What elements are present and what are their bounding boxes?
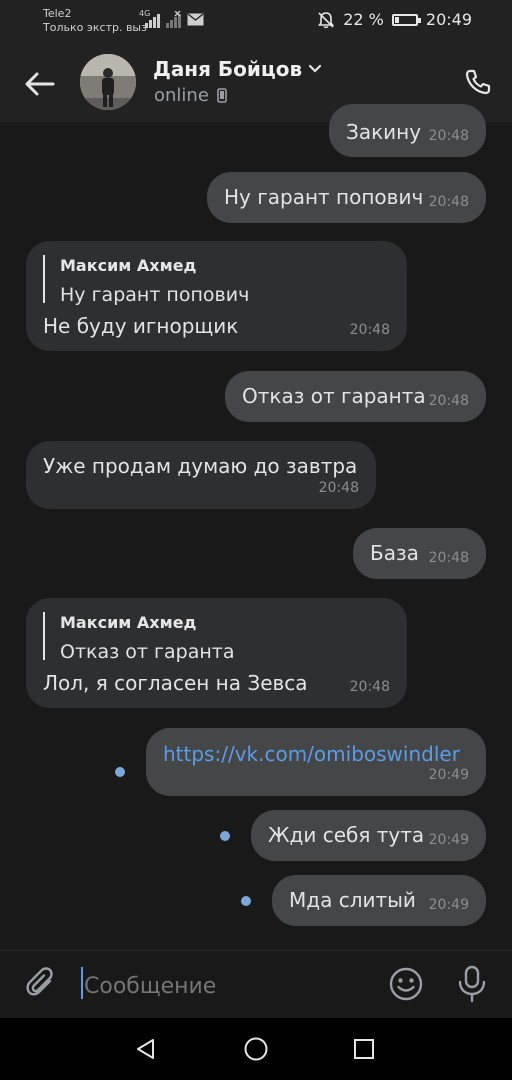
status-bar: Tele2 Только экстр. выз 4G 22 % 20:49 — [0, 0, 512, 44]
reply-text: Отказ от гаранта — [60, 641, 235, 663]
mobile-icon — [217, 88, 227, 103]
battery-icon — [391, 13, 421, 26]
message-bubble-outgoing[interactable]: Жди себя тута 20:49 — [251, 810, 486, 861]
message-time: 20:48 — [428, 194, 469, 210]
message-text: Жди себя тута — [268, 823, 425, 847]
carrier-name: Tele2 — [43, 7, 72, 20]
message-time: 20:48 — [349, 679, 390, 695]
message-time: 20:49 — [428, 832, 469, 848]
battery-percent: 22 % — [343, 10, 384, 29]
message-text: Лол, я согласен на Зевса — [43, 671, 308, 695]
reply-quote[interactable]: Максим Ахмед Ну гарант попович — [43, 255, 249, 306]
message-time: 20:48 — [428, 550, 469, 566]
nav-home-icon[interactable] — [243, 1036, 269, 1062]
contact-status: online — [154, 85, 227, 106]
unread-indicator — [241, 896, 251, 906]
message-bubble-incoming[interactable]: Максим Ахмед Ну гарант попович Не буду и… — [26, 241, 407, 351]
system-nav-bar — [0, 1018, 512, 1080]
message-time: 20:49 — [428, 897, 469, 913]
message-text: База — [370, 541, 419, 565]
message-time: 20:48 — [349, 322, 390, 338]
message-text: Уже продам думаю до завтра — [43, 454, 358, 478]
unread-indicator — [220, 831, 230, 841]
message-bubble-outgoing[interactable]: Мда слитый 20:49 — [272, 875, 486, 926]
message-text: Ну гарант попович — [224, 185, 424, 209]
message-time: 20:48 — [428, 393, 469, 409]
status-text: online — [154, 85, 209, 106]
contact-name[interactable]: Даня Бойцов — [153, 57, 322, 81]
phone-icon[interactable] — [464, 68, 492, 96]
avatar[interactable] — [80, 54, 136, 110]
message-bubble-outgoing[interactable]: https://vk.com/omiboswindler 20:49 — [146, 728, 486, 796]
carrier-note: Только экстр. выз — [43, 21, 147, 34]
message-text: Не буду игнорщик — [43, 314, 239, 338]
message-bubble-outgoing[interactable]: База 20:48 — [353, 528, 486, 579]
back-arrow-icon[interactable] — [22, 66, 58, 102]
reply-quote[interactable]: Максим Ахмед Отказ от гаранта — [43, 612, 234, 663]
status-right: 22 % 20:49 — [317, 10, 472, 29]
message-bubble-outgoing[interactable]: Закину 20:48 — [329, 104, 486, 157]
message-bubble-outgoing[interactable]: Отказ от гаранта 20:48 — [225, 371, 486, 422]
message-bubble-incoming[interactable]: Максим Ахмед Отказ от гаранта Лол, я сог… — [26, 598, 407, 708]
message-time: 20:48 — [318, 480, 359, 496]
nav-back-icon[interactable] — [134, 1037, 158, 1061]
avatar-image — [80, 54, 136, 110]
microphone-icon[interactable] — [455, 965, 489, 1003]
reply-text: Ну гарант попович — [60, 284, 250, 306]
nav-recents-icon[interactable] — [353, 1038, 375, 1060]
contact-name-text: Даня Бойцов — [153, 57, 303, 81]
signal-icon — [145, 14, 160, 28]
emoji-icon[interactable] — [388, 966, 424, 1002]
message-link[interactable]: https://vk.com/omiboswindler — [163, 741, 460, 767]
mute-bell-icon — [318, 11, 335, 28]
reply-author: Максим Ахмед — [60, 613, 197, 632]
unread-indicator — [115, 767, 125, 777]
message-text: Отказ от гаранта — [242, 384, 426, 408]
reply-author: Максим Ахмед — [60, 256, 197, 275]
signal-2-icon — [166, 11, 181, 28]
carrier-info: Tele2 Только экстр. выз — [43, 7, 147, 35]
message-bubble-outgoing[interactable]: Ну гарант попович 20:48 — [207, 172, 486, 223]
message-time: 20:48 — [428, 128, 469, 144]
composer — [0, 950, 512, 1019]
clock: 20:49 — [425, 10, 472, 29]
message-text: Закину — [346, 120, 422, 144]
message-time: 20:49 — [428, 767, 469, 783]
chevron-down-icon — [309, 64, 322, 73]
message-text: Мда слитый — [289, 888, 416, 912]
mail-icon — [187, 13, 204, 26]
message-input[interactable] — [82, 965, 366, 1007]
message-bubble-incoming[interactable]: Уже продам думаю до завтра 20:48 — [26, 441, 376, 509]
attach-icon[interactable] — [24, 967, 58, 1001]
